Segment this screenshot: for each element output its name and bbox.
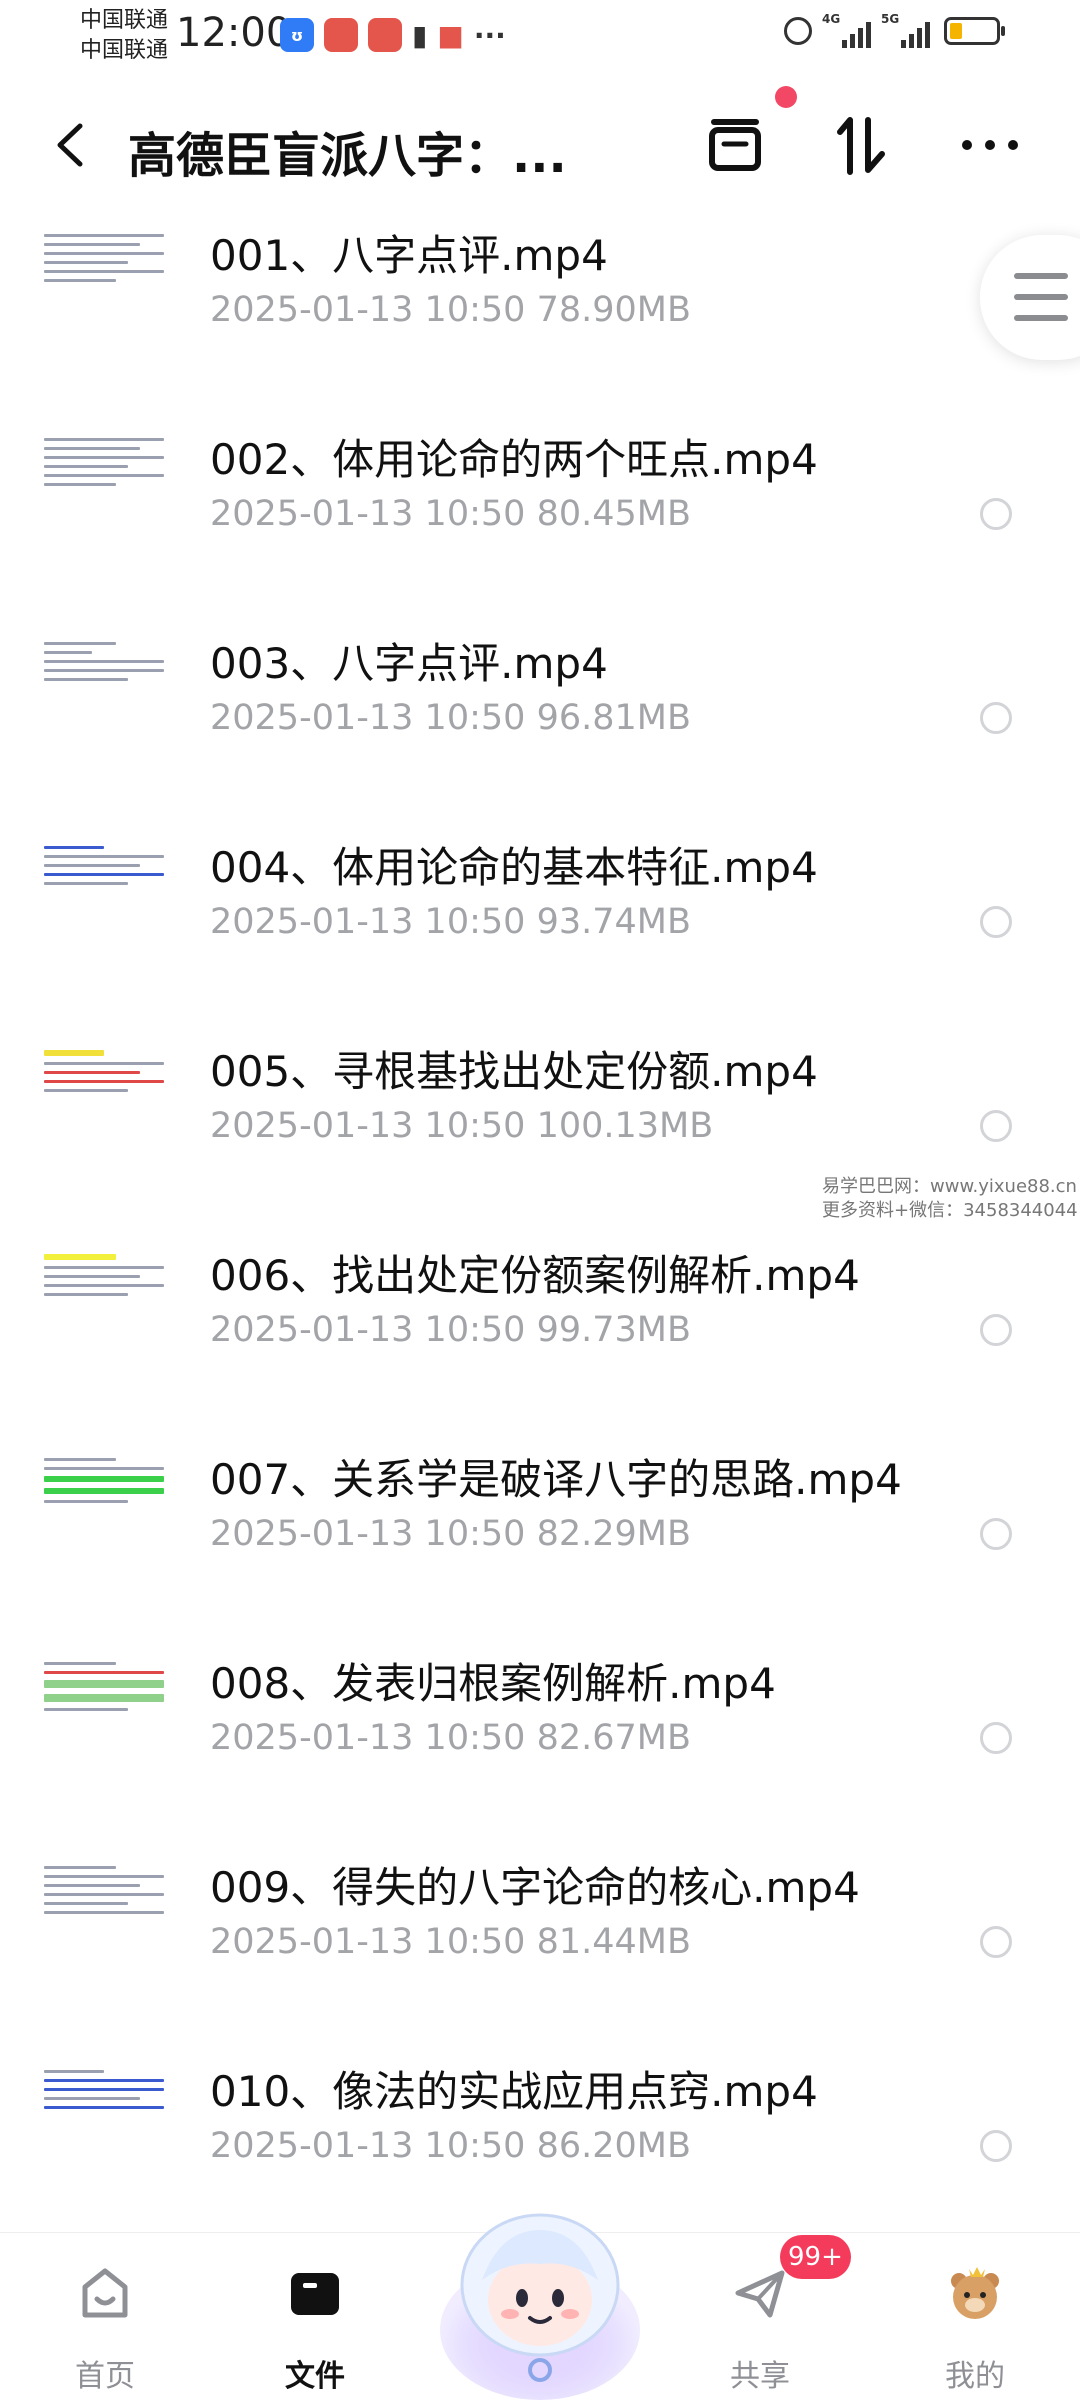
alert-icon: ▮ bbox=[412, 18, 428, 52]
app-notification-icon: ʊ bbox=[280, 18, 314, 52]
nav-files-label: 文件 bbox=[285, 2359, 345, 2394]
nav-share-label: 共享 bbox=[730, 2359, 790, 2394]
file-row[interactable]: 003、八字点评.mp4 2025-01-13 10:50 96.81MB bbox=[0, 618, 1080, 822]
file-meta: 2025-01-13 10:50 93.74MB bbox=[210, 902, 691, 942]
clock: 12:00 bbox=[176, 10, 292, 56]
select-radio[interactable] bbox=[980, 1518, 1012, 1550]
system-icons: 4G 5G bbox=[784, 12, 1005, 48]
bear-avatar-icon bbox=[951, 2267, 999, 2319]
file-thumbnail bbox=[44, 1656, 164, 1756]
file-thumbnail bbox=[44, 636, 164, 736]
shop-notification-icon bbox=[324, 18, 358, 52]
file-name: 006、找出处定份额案例解析.mp4 bbox=[210, 1251, 860, 1300]
nav-files[interactable]: 文件 bbox=[235, 2233, 395, 2400]
file-meta: 2025-01-13 10:50 96.81MB bbox=[210, 698, 691, 738]
file-thumbnail bbox=[44, 1860, 164, 1960]
file-meta: 2025-01-13 10:50 82.67MB bbox=[210, 1718, 691, 1758]
watermark-line-1: 易学巴巴网：www.yixue88.cn bbox=[822, 1176, 1077, 1197]
file-meta: 2025-01-13 10:50 81.44MB bbox=[210, 1922, 691, 1962]
nav-home-label: 首页 bbox=[75, 2359, 135, 2394]
select-box-icon[interactable] bbox=[700, 110, 770, 180]
battery-icon bbox=[944, 17, 1005, 45]
network-type-1: 4G bbox=[822, 12, 841, 26]
file-row[interactable]: 004、体用论命的基本特征.mp4 2025-01-13 10:50 93.74… bbox=[0, 822, 1080, 1026]
page-title: 高德臣盲派八字：... bbox=[128, 128, 567, 184]
more-options-icon[interactable] bbox=[955, 110, 1025, 180]
file-row[interactable]: 002、体用论命的两个旺点.mp4 2025-01-13 10:50 80.45… bbox=[0, 414, 1080, 618]
carrier-1: 中国联通 bbox=[80, 8, 169, 33]
file-thumbnail bbox=[44, 432, 164, 532]
file-row[interactable]: 006、找出处定份额案例解析.mp4 2025-01-13 10:50 99.7… bbox=[0, 1230, 1080, 1434]
watermark: 易学巴巴网：www.yixue88.cn 更多资料+微信：3458344044 bbox=[822, 1175, 1078, 1223]
nav-mine[interactable]: 我的 bbox=[895, 2233, 1055, 2400]
file-name: 008、发表归根案例解析.mp4 bbox=[210, 1659, 776, 1708]
signal-icon-2: 5G bbox=[881, 12, 930, 48]
share-badge: 99+ bbox=[780, 2235, 851, 2279]
nav-mine-label: 我的 bbox=[945, 2359, 1005, 2394]
file-meta: 2025-01-13 10:50 86.20MB bbox=[210, 2126, 691, 2166]
signal-icon-1: 4G bbox=[822, 12, 871, 48]
status-bar: 中国联通 中国联通 12:00 ʊ ▮ ■ ··· 4G 5G bbox=[0, 0, 1080, 70]
carrier-2: 中国联通 bbox=[80, 38, 169, 63]
paper-plane-icon bbox=[735, 2270, 785, 2318]
select-radio[interactable] bbox=[980, 1926, 1012, 1958]
file-row[interactable]: 008、发表归根案例解析.mp4 2025-01-13 10:50 82.67M… bbox=[0, 1638, 1080, 1842]
home-icon bbox=[82, 2268, 128, 2318]
assistant-mascot-button[interactable] bbox=[430, 2180, 650, 2400]
book-icon: ■ bbox=[437, 18, 464, 52]
select-radio[interactable] bbox=[980, 2130, 1012, 2162]
folder-icon bbox=[291, 2273, 339, 2315]
file-meta: 2025-01-13 10:50 80.45MB bbox=[210, 494, 691, 534]
alarm-icon bbox=[784, 17, 812, 45]
file-thumbnail bbox=[44, 2064, 164, 2164]
select-radio[interactable] bbox=[980, 1110, 1012, 1142]
select-radio[interactable] bbox=[980, 702, 1012, 734]
select-radio[interactable] bbox=[980, 906, 1012, 938]
file-meta: 2025-01-13 10:50 78.90MB bbox=[210, 290, 691, 330]
notification-dot bbox=[775, 86, 797, 108]
watermark-line-2: 更多资料+微信：3458344044 bbox=[822, 1200, 1078, 1221]
file-thumbnail bbox=[44, 1044, 164, 1144]
notification-icons: ʊ ▮ ■ ··· bbox=[280, 18, 506, 52]
file-name: 010、像法的实战应用点窍.mp4 bbox=[210, 2067, 818, 2116]
select-radio[interactable] bbox=[980, 498, 1012, 530]
file-name: 003、八字点评.mp4 bbox=[210, 639, 608, 688]
file-meta: 2025-01-13 10:50 82.29MB bbox=[210, 1514, 691, 1554]
file-name: 005、寻根基找出处定份额.mp4 bbox=[210, 1047, 818, 1096]
shop-notification-icon-2 bbox=[368, 18, 402, 52]
file-row[interactable]: 007、关系学是破译八字的思路.mp4 2025-01-13 10:50 82.… bbox=[0, 1434, 1080, 1638]
back-button[interactable] bbox=[50, 120, 90, 170]
file-meta: 2025-01-13 10:50 100.13MB bbox=[210, 1106, 714, 1146]
sort-icon[interactable] bbox=[828, 110, 898, 180]
file-row[interactable]: 001、八字点评.mp4 2025-01-13 10:50 78.90MB bbox=[0, 210, 1080, 414]
header: 高德臣盲派八字：... bbox=[0, 80, 1080, 210]
file-meta: 2025-01-13 10:50 99.73MB bbox=[210, 1310, 691, 1350]
carrier-labels: 中国联通 中国联通 bbox=[80, 6, 168, 66]
file-name: 001、八字点评.mp4 bbox=[210, 231, 608, 280]
network-type-2: 5G bbox=[881, 12, 900, 26]
select-radio[interactable] bbox=[980, 1314, 1012, 1346]
file-name: 007、关系学是破译八字的思路.mp4 bbox=[210, 1455, 902, 1504]
more-notifications-icon: ··· bbox=[473, 18, 506, 52]
file-thumbnail bbox=[44, 1248, 164, 1348]
nav-home[interactable]: 首页 bbox=[25, 2233, 185, 2400]
select-radio[interactable] bbox=[980, 1722, 1012, 1754]
file-row[interactable]: 009、得失的八字论命的核心.mp4 2025-01-13 10:50 81.4… bbox=[0, 1842, 1080, 2046]
file-name: 009、得失的八字论命的核心.mp4 bbox=[210, 1863, 860, 1912]
file-name: 002、体用论命的两个旺点.mp4 bbox=[210, 435, 818, 484]
file-thumbnail bbox=[44, 840, 164, 940]
file-thumbnail bbox=[44, 1452, 164, 1552]
file-thumbnail bbox=[44, 228, 164, 328]
file-browser-screen: 中国联通 中国联通 12:00 ʊ ▮ ■ ··· 4G 5G 高德臣盲派八字：… bbox=[0, 0, 1080, 2400]
file-name: 004、体用论命的基本特征.mp4 bbox=[210, 843, 818, 892]
